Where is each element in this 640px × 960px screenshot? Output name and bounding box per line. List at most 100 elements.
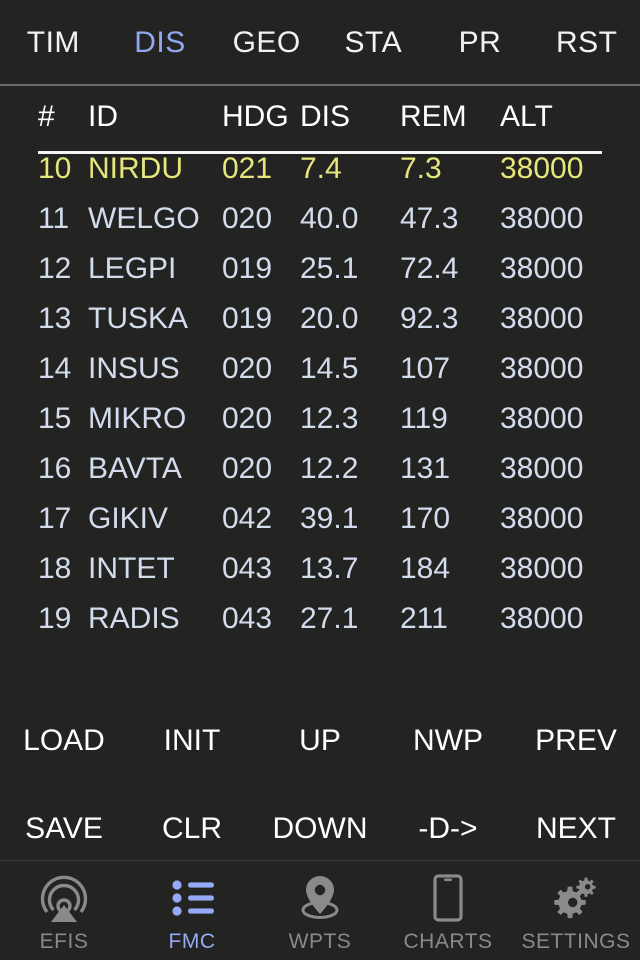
col-header-dis: DIS	[300, 100, 351, 133]
mode-tab-pr[interactable]: PR	[427, 0, 534, 85]
cell-hdg: 019	[222, 302, 273, 335]
tab-efis[interactable]: EFIS	[0, 861, 128, 960]
cell-hdg: 043	[222, 552, 273, 585]
topbar-divider	[0, 84, 640, 86]
cell-id: RADIS	[88, 602, 180, 635]
cell-rem: 170	[400, 502, 451, 535]
table-row[interactable]: 13 TUSKA 019 20.0 92.3 38000	[0, 298, 640, 348]
load-button[interactable]: LOAD	[0, 697, 128, 785]
map-pin-icon	[292, 872, 348, 924]
cell-dis: 13.7	[300, 552, 359, 585]
cell-alt: 38000	[500, 452, 584, 485]
cell-num: 15	[38, 402, 72, 435]
cell-id: WELGO	[88, 202, 200, 235]
mode-tab-geo[interactable]: GEO	[213, 0, 320, 85]
col-header-id: ID	[88, 100, 118, 133]
mode-tab-tim[interactable]: TIM	[0, 0, 107, 85]
cell-dis: 25.1	[300, 252, 359, 285]
table-row[interactable]: 19 RADIS 043 27.1 211 38000	[0, 598, 640, 648]
cell-dis: 20.0	[300, 302, 359, 335]
cell-hdg: 019	[222, 252, 273, 285]
cell-id: NIRDU	[88, 152, 183, 185]
tab-wpts[interactable]: WPTS	[256, 861, 384, 960]
cell-id: GIKIV	[88, 502, 169, 535]
cell-num: 13	[38, 302, 72, 335]
radar-beacon-icon	[36, 872, 92, 924]
cell-alt: 38000	[500, 502, 584, 535]
cell-rem: 184	[400, 552, 451, 585]
table-header-row: # ID HDG DIS REM ALT	[0, 96, 640, 154]
col-header-num: #	[38, 100, 55, 133]
cell-hdg: 021	[222, 152, 273, 185]
table-row[interactable]: 12 LEGPI 019 25.1 72.4 38000	[0, 248, 640, 298]
cell-id: INSUS	[88, 352, 180, 385]
tab-label-charts: CHARTS	[403, 929, 493, 953]
table-row[interactable]: 10 NIRDU 021 7.4 7.3 38000	[0, 148, 640, 198]
cell-alt: 38000	[500, 152, 584, 185]
mode-tab-sta[interactable]: STA	[320, 0, 427, 85]
waypoint-table: # ID HDG DIS REM ALT 10 NIRDU 021 7.4 7.…	[0, 96, 640, 648]
cell-num: 18	[38, 552, 72, 585]
cell-rem: 131	[400, 452, 451, 485]
tab-label-wpts: WPTS	[288, 929, 352, 953]
nwp-button[interactable]: NWP	[384, 697, 512, 785]
table-row[interactable]: 16 BAVTA 020 12.2 131 38000	[0, 448, 640, 498]
tab-fmc[interactable]: FMC	[128, 861, 256, 960]
tab-settings[interactable]: SETTINGS	[512, 861, 640, 960]
mode-tab-rst[interactable]: RST	[533, 0, 640, 85]
cell-hdg: 020	[222, 202, 273, 235]
cell-alt: 38000	[500, 252, 584, 285]
cell-id: INTET	[88, 552, 175, 585]
table-row[interactable]: 15 MIKRO 020 12.3 119 38000	[0, 398, 640, 448]
cell-hdg: 042	[222, 502, 273, 535]
cell-rem: 119	[400, 402, 448, 435]
cell-rem: 107	[400, 352, 451, 385]
cell-dis: 14.5	[300, 352, 359, 385]
cell-id: BAVTA	[88, 452, 182, 485]
cell-id: TUSKA	[88, 302, 189, 335]
cell-dis: 12.2	[300, 452, 359, 485]
action-row-top: LOAD INIT UP NWP PREV	[0, 697, 640, 785]
cell-hdg: 043	[222, 602, 273, 635]
col-header-hdg: HDG	[222, 100, 289, 133]
cell-rem: 72.4	[400, 252, 459, 285]
up-button[interactable]: UP	[256, 697, 384, 785]
table-row[interactable]: 17 GIKIV 042 39.1 170 38000	[0, 498, 640, 548]
fmc-screen: TIM DIS GEO STA PR RST # ID HDG DIS REM …	[0, 0, 640, 960]
cell-alt: 38000	[500, 202, 584, 235]
col-header-rem: REM	[400, 100, 467, 133]
tab-charts[interactable]: CHARTS	[384, 861, 512, 960]
cell-alt: 38000	[500, 602, 584, 635]
cell-hdg: 020	[222, 402, 273, 435]
table-row[interactable]: 18 INTET 043 13.7 184 38000	[0, 548, 640, 598]
cell-hdg: 020	[222, 352, 273, 385]
table-row[interactable]: 14 INSUS 020 14.5 107 38000	[0, 348, 640, 398]
cell-alt: 38000	[500, 352, 584, 385]
cell-rem: 7.3	[400, 152, 442, 185]
tablet-icon	[420, 872, 476, 924]
tab-label-efis: EFIS	[39, 929, 89, 953]
cell-alt: 38000	[500, 402, 584, 435]
action-keypad: LOAD INIT UP NWP PREV SAVE CLR DOWN -D->…	[0, 697, 640, 873]
cell-num: 16	[38, 452, 72, 485]
cell-id: LEGPI	[88, 252, 177, 285]
cell-dis: 39.1	[300, 502, 359, 535]
bullet-list-icon	[164, 872, 220, 924]
cell-num: 12	[38, 252, 72, 285]
table-row[interactable]: 11 WELGO 020 40.0 47.3 38000	[0, 198, 640, 248]
tab-label-fmc: FMC	[168, 929, 216, 953]
cell-num: 11	[38, 202, 70, 235]
prev-button[interactable]: PREV	[512, 697, 640, 785]
mode-tab-dis[interactable]: DIS	[107, 0, 214, 85]
tab-label-settings: SETTINGS	[521, 929, 631, 953]
cell-num: 17	[38, 502, 72, 535]
col-header-alt: ALT	[500, 100, 553, 133]
init-button[interactable]: INIT	[128, 697, 256, 785]
gears-icon	[548, 872, 604, 924]
cell-num: 19	[38, 602, 72, 635]
cell-dis: 12.3	[300, 402, 359, 435]
mode-tab-strip: TIM DIS GEO STA PR RST	[0, 0, 640, 85]
cell-num: 10	[38, 152, 72, 185]
cell-dis: 40.0	[300, 202, 359, 235]
cell-rem: 211	[400, 602, 448, 635]
